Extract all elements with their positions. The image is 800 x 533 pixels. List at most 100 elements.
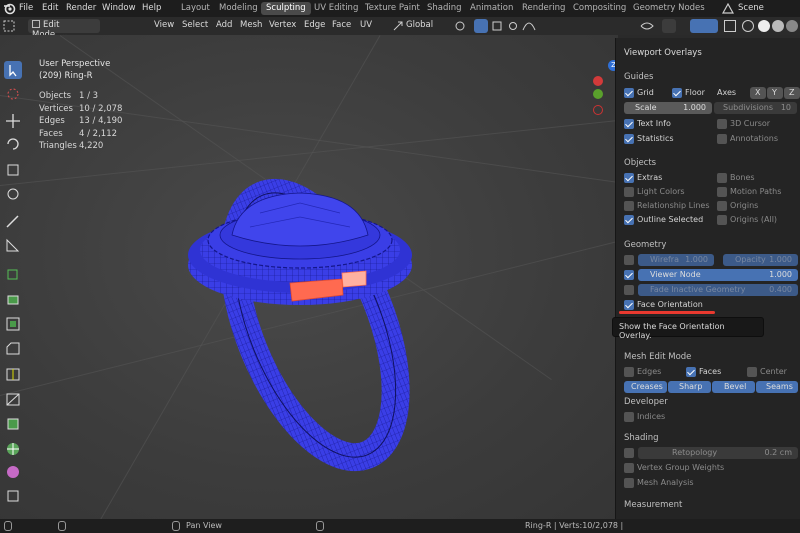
scale-tool-icon[interactable] [4,161,22,179]
gizmo-x-axis[interactable] [593,76,603,86]
cursor-tool-icon[interactable] [4,85,22,103]
extras-checkbox[interactable] [624,173,634,183]
shading-material-icon[interactable] [772,20,784,32]
move-tool-icon[interactable] [4,112,22,130]
menu-vertex[interactable]: Vertex [269,20,296,30]
scene-name[interactable]: Scene [738,3,764,13]
shading-rendered-icon[interactable] [786,20,798,32]
viewer-node-checkbox[interactable] [624,270,634,280]
proportional-edit-icon[interactable] [508,21,518,34]
creases-toggle[interactable]: Creases [624,381,667,393]
tab-geometry-nodes[interactable]: Geometry Nodes [628,2,710,15]
tab-shading[interactable]: Shading [422,2,467,15]
viewer-node-field[interactable]: Viewer Node 1.000 [638,269,798,281]
add-cube-tool-icon[interactable] [4,265,22,283]
select-tool-icon[interactable] [4,61,22,79]
fade-inactive-field[interactable]: Fade Inactive Geometry 0.400 [638,284,798,296]
vertex-group-weights-checkbox[interactable] [624,463,634,473]
retopology-field[interactable]: Retopology 0.2 cm [638,447,798,459]
tab-layout[interactable]: Layout [176,2,215,15]
floor-checkbox[interactable] [672,88,682,98]
spin-tool-icon[interactable] [4,440,22,458]
shading-wireframe-icon[interactable] [742,20,754,32]
light-colors-checkbox[interactable] [624,187,634,197]
tab-animation[interactable]: Animation [465,2,518,15]
navigation-gizmo[interactable]: Z [588,57,618,127]
axis-y-toggle[interactable]: Y [767,87,783,99]
fade-inactive-checkbox[interactable] [624,285,634,295]
motion-paths-checkbox[interactable] [717,187,727,197]
transform-tool-icon[interactable] [4,185,22,203]
bones-checkbox[interactable] [717,173,727,183]
ring-model[interactable] [160,155,460,519]
statistics-checkbox[interactable] [624,134,634,144]
menu-window[interactable]: Window [102,3,136,13]
poly-build-tool-icon[interactable] [4,415,22,433]
face-orientation-checkbox[interactable] [624,300,634,310]
tab-rendering[interactable]: Rendering [517,2,570,15]
menu-select[interactable]: Select [182,20,208,30]
extrude-tool-icon[interactable] [4,290,22,308]
transform-orientation-dropdown[interactable]: Global [406,20,433,30]
grid-checkbox[interactable] [624,88,634,98]
tab-uv-editing[interactable]: UV Editing [309,2,363,15]
bevel-toggle[interactable]: Bevel [712,381,755,393]
center-checkbox[interactable] [747,367,757,377]
loop-cut-tool-icon[interactable] [4,365,22,383]
indices-checkbox[interactable] [624,412,634,422]
menu-file[interactable]: File [19,3,33,13]
text-info-checkbox[interactable] [624,119,634,129]
mode-dropdown[interactable]: Edit Mode⌄ [28,19,100,40]
seams-toggle[interactable]: Seams [756,381,798,393]
wireframe-field[interactable]: Wirefra 1.000 [638,254,714,266]
menu-add[interactable]: Add [216,20,232,30]
menu-uv[interactable]: UV [360,20,372,30]
tab-compositing[interactable]: Compositing [568,2,631,15]
gizmo-y-axis[interactable] [593,89,603,99]
tab-texture-paint[interactable]: Texture Paint [360,2,425,15]
tab-modeling[interactable]: Modeling [214,2,263,15]
wireframe-checkbox[interactable] [624,255,634,265]
3d-viewport[interactable]: User Perspective (209) Ring-R Objects 1 /… [0,35,618,519]
menu-view[interactable]: View [154,20,174,30]
origins-all-checkbox[interactable] [717,215,727,225]
measure-tool-icon[interactable] [4,236,22,254]
opacity-field[interactable]: Opacity 1.000 [723,254,798,266]
blender-logo-icon[interactable] [3,2,16,18]
retopology-checkbox[interactable] [624,448,634,458]
scale-field[interactable]: Scale 1.000 [624,102,712,114]
outline-selected-checkbox[interactable] [624,215,634,225]
magnet-icon[interactable] [474,19,488,33]
gizmo-neg-x[interactable] [593,105,603,115]
menu-edge[interactable]: Edge [304,20,325,30]
gizmo-icon[interactable] [662,19,676,33]
xray-icon[interactable] [724,20,736,32]
bevel-tool-icon[interactable] [4,340,22,358]
menu-render[interactable]: Render [66,3,96,13]
shear-tool-icon[interactable] [4,487,22,505]
origins-checkbox[interactable] [717,201,727,211]
subdivisions-field[interactable]: Subdivisions 10 [714,102,797,114]
3d-cursor-checkbox[interactable] [717,119,727,129]
smooth-tool-icon[interactable] [4,463,22,481]
knife-tool-icon[interactable] [4,390,22,408]
menu-mesh[interactable]: Mesh [240,20,262,30]
select-box-icon[interactable] [3,20,15,35]
axis-z-toggle[interactable]: Z [784,87,800,99]
menu-edit[interactable]: Edit [42,3,58,13]
edges-checkbox[interactable] [624,367,634,377]
falloff-icon[interactable] [522,20,536,35]
relationship-lines-checkbox[interactable] [624,201,634,211]
shading-solid-icon[interactable] [758,20,770,32]
inset-tool-icon[interactable] [4,315,22,333]
tab-sculpting[interactable]: Sculpting [261,2,311,15]
axis-x-toggle[interactable]: X [750,87,766,99]
snap-icon[interactable] [454,20,466,35]
visibility-icon[interactable] [640,20,654,35]
mesh-analysis-checkbox[interactable] [624,478,634,488]
faces-checkbox[interactable] [686,367,696,377]
snap-target-icon[interactable] [492,21,502,34]
annotations-checkbox[interactable] [717,134,727,144]
menu-help[interactable]: Help [142,3,161,13]
annotate-tool-icon[interactable] [4,212,22,230]
